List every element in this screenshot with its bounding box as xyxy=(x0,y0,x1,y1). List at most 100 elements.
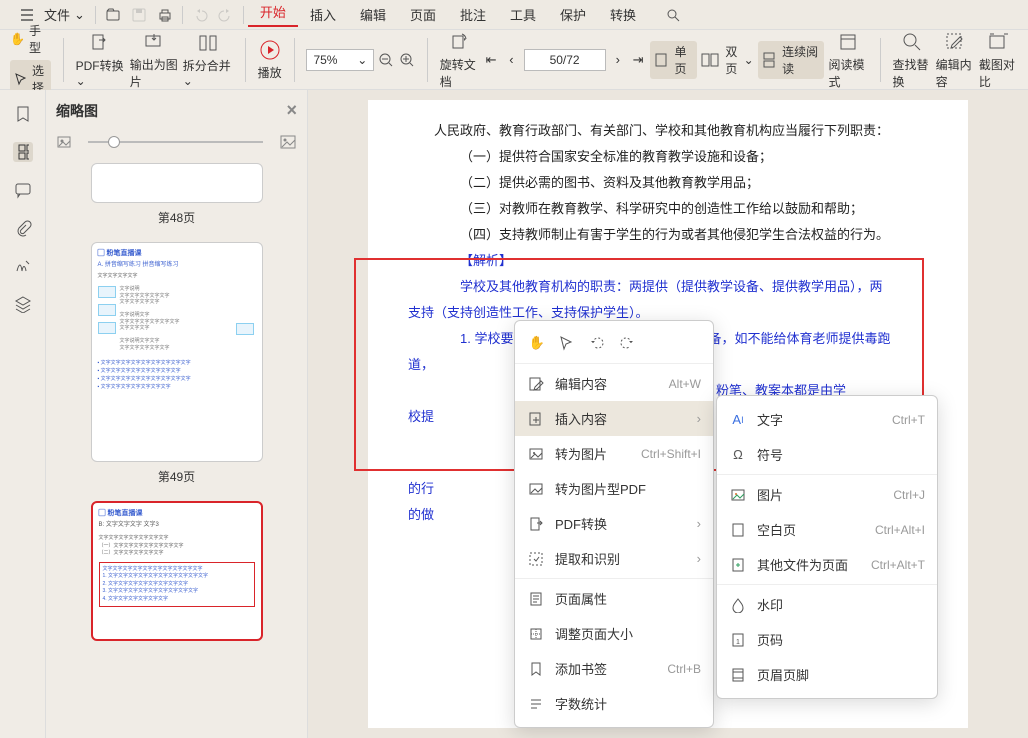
sub-blank[interactable]: 空白页 Ctrl+Alt+I xyxy=(717,512,937,547)
double-page-icon xyxy=(701,51,719,69)
export-image-tool[interactable]: 输出为图片 xyxy=(130,30,179,90)
sub-symbol[interactable]: Ω 符号 xyxy=(717,437,937,472)
ctx-pdf-convert[interactable]: PDF转换 › xyxy=(515,506,713,541)
comment-icon[interactable] xyxy=(13,180,33,200)
ctx-resize[interactable]: 调整页面大小 xyxy=(515,616,713,651)
blank-page-icon xyxy=(729,521,747,539)
split-merge-tool[interactable]: 拆分合并 ⌄ xyxy=(183,31,233,88)
page-input[interactable]: 50/72 xyxy=(524,49,606,71)
screenshot-compare-tool[interactable]: 截图对比 xyxy=(979,30,1018,90)
sub-watermark[interactable]: 水印 xyxy=(717,587,937,622)
context-menu: ✋ 编辑内容 Alt+W 插入内容 › 转为图片 Ctrl+Shift+I xyxy=(514,320,714,728)
split-merge-icon xyxy=(196,31,220,55)
export-image-icon xyxy=(142,30,166,54)
image-pdf-icon xyxy=(527,480,545,498)
tab-edit[interactable]: 编辑 xyxy=(348,5,398,24)
edit-content-tool[interactable]: 编辑内容 xyxy=(936,30,975,90)
ctx-bookmark[interactable]: 添加书签 Ctrl+B xyxy=(515,651,713,686)
continuous-tool[interactable]: 连续阅读 xyxy=(758,41,825,79)
edit-icon xyxy=(527,375,545,393)
hand-icon[interactable]: ✋ xyxy=(527,333,547,353)
ctx-wordcount[interactable]: 字数统计 xyxy=(515,686,713,721)
first-page-icon[interactable]: ⇤ xyxy=(483,50,499,70)
text-icon: AI xyxy=(729,411,747,429)
sub-text[interactable]: AI 文字 Ctrl+T xyxy=(717,402,937,437)
tab-protect[interactable]: 保护 xyxy=(548,5,598,24)
doc-line: 人民政府、教育行政部门、有关部门、学校和其他教育机构应当履行下列职责： xyxy=(408,118,948,144)
rotate-left-icon[interactable] xyxy=(587,333,607,353)
sub-other-file[interactable]: 其他文件为页面 Ctrl+Alt+T xyxy=(717,547,937,582)
reading-mode-tool[interactable]: 阅读模式 xyxy=(828,30,867,90)
rotate-doc-tool[interactable]: 旋转文档 xyxy=(440,30,479,90)
doc-line: 【解析】 xyxy=(408,248,948,274)
close-icon[interactable]: × xyxy=(286,100,297,121)
find-icon xyxy=(900,30,924,54)
doc-line: 学校及其他教育机构的职责：两提供（提供教学设备、提供教学用品），两 xyxy=(408,274,948,300)
page-area[interactable]: 人民政府、教育行政部门、有关部门、学校和其他教育机构应当履行下列职责： （一）提… xyxy=(308,90,1028,738)
search-icon[interactable] xyxy=(660,2,686,28)
rotate-right-icon[interactable] xyxy=(617,333,637,353)
thumb-50[interactable]: ▢ 粉笔直播课 B: 文字文字文字 文字3 文字文字文字文字文字文字文字 （一）… xyxy=(91,501,263,641)
hand-tool[interactable]: ✋手型 xyxy=(10,22,51,56)
thumbnail-list[interactable]: 第48页 ▢ 粉笔直播课 A. 拼音缩写练习 拼音缩写练习 文字文字文字文字 xyxy=(56,163,297,723)
thumbnail-panel: 缩略图 × 第48页 ▢ 粉笔直播课 A. 拼音缩写练习 拼音缩写练习 文字文字… xyxy=(46,90,308,738)
ctx-extract[interactable]: 提取和识别 › xyxy=(515,541,713,576)
zoom-out-icon[interactable] xyxy=(378,50,394,70)
single-page-tool[interactable]: 单页 xyxy=(650,41,697,79)
thumb-size-slider[interactable] xyxy=(88,141,263,143)
insert-icon xyxy=(527,410,545,428)
ctx-page-props[interactable]: 页面属性 xyxy=(515,581,713,616)
layers-icon[interactable] xyxy=(13,294,33,314)
sub-header-footer[interactable]: 页眉页脚 xyxy=(717,657,937,692)
add-file-icon xyxy=(729,556,747,574)
chevron-down-icon: ⌄ xyxy=(74,7,85,23)
thumb-label: 第49页 xyxy=(91,468,263,485)
last-page-icon[interactable]: ⇥ xyxy=(630,50,646,70)
tab-annotate[interactable]: 批注 xyxy=(448,5,498,24)
thumb-49[interactable]: ▢ 粉笔直播课 A. 拼音缩写练习 拼音缩写练习 文字文字文字文字 文字说明文字… xyxy=(91,242,263,462)
tab-tools[interactable]: 工具 xyxy=(498,5,548,24)
thumb-small-icon[interactable] xyxy=(56,134,72,150)
tab-start[interactable]: 开始 xyxy=(248,2,298,27)
thumb-large-icon[interactable] xyxy=(279,133,297,151)
attachment-icon[interactable] xyxy=(13,218,33,238)
screenshot-icon xyxy=(986,30,1010,54)
symbol-icon: Ω xyxy=(729,446,747,464)
svg-text:1: 1 xyxy=(736,639,740,646)
bookmark-icon[interactable] xyxy=(13,104,33,124)
thumb-48[interactable] xyxy=(91,163,263,203)
ctx-to-image-pdf[interactable]: 转为图片型PDF xyxy=(515,471,713,506)
ctx-insert[interactable]: 插入内容 › xyxy=(515,401,713,436)
prev-page-icon[interactable]: ‹ xyxy=(503,50,519,70)
cursor-icon[interactable] xyxy=(557,333,577,353)
tab-page[interactable]: 页面 xyxy=(398,5,448,24)
single-page-icon xyxy=(654,51,668,69)
ctx-edit-content[interactable]: 编辑内容 Alt+W xyxy=(515,366,713,401)
doc-line: （三）对教师在教育教学、科学研究中的创造性工作给以鼓励和帮助； xyxy=(408,196,948,222)
pdf-convert-tool[interactable]: PDF转换 ⌄ xyxy=(76,31,126,88)
redo-icon[interactable] xyxy=(213,2,239,28)
undo-icon[interactable] xyxy=(187,2,213,28)
open-icon[interactable] xyxy=(100,2,126,28)
next-page-icon[interactable]: › xyxy=(610,50,626,70)
pdf-icon xyxy=(527,515,545,533)
save-icon[interactable] xyxy=(126,2,152,28)
sub-pagenum[interactable]: 1 页码 xyxy=(717,622,937,657)
double-page-tool[interactable]: 双页 ⌄ xyxy=(701,43,753,77)
signature-icon[interactable] xyxy=(13,256,33,276)
zoom-in-icon[interactable] xyxy=(399,50,415,70)
print-icon[interactable] xyxy=(152,2,178,28)
pagenum-icon: 1 xyxy=(729,631,747,649)
thumbnail-icon[interactable] xyxy=(13,142,33,162)
header-footer-icon xyxy=(729,666,747,684)
bookmark-add-icon xyxy=(527,660,545,678)
tab-convert[interactable]: 转换 xyxy=(598,5,648,24)
play-tool[interactable]: 播放 xyxy=(258,38,282,81)
find-replace-tool[interactable]: 查找替换 xyxy=(892,30,931,90)
tab-insert[interactable]: 插入 xyxy=(298,5,348,24)
ctx-to-image[interactable]: 转为图片 Ctrl+Shift+I xyxy=(515,436,713,471)
rotate-icon xyxy=(447,30,471,54)
toolbar: ✋手型 选择 PDF转换 ⌄ 输出为图片 拆分合并 ⌄ 播放 75%⌄ 旋转文档… xyxy=(0,30,1028,90)
zoom-input[interactable]: 75%⌄ xyxy=(306,49,374,71)
sub-image[interactable]: 图片 Ctrl+J xyxy=(717,477,937,512)
